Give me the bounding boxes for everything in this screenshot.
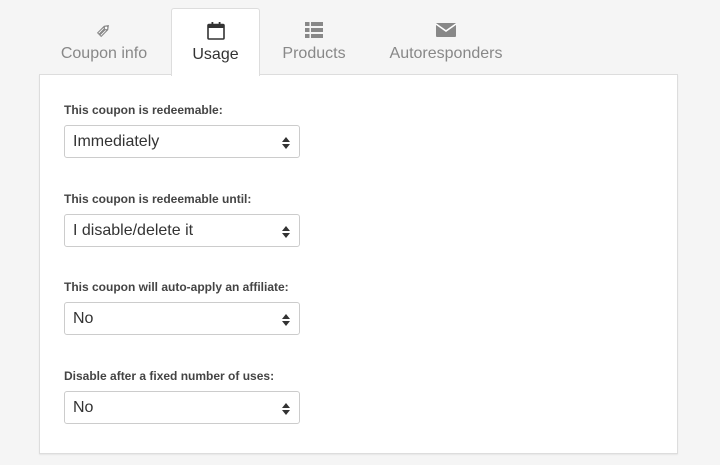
redeemable-until-label: This coupon is redeemable until: [64, 192, 252, 206]
tab-usage[interactable]: Usage [171, 8, 260, 76]
tab-label: Autoresponders [389, 45, 503, 62]
redeemable-value: Immediately [73, 132, 160, 150]
redeemable-label: This coupon is redeemable: [64, 103, 223, 117]
fixed-uses-value: No [73, 398, 94, 416]
select-caret-icon [282, 403, 290, 415]
tab-label: Coupon info [60, 45, 148, 62]
tab-products[interactable]: Products [268, 8, 360, 75]
tab-label: Products [282, 45, 346, 62]
select-caret-icon [282, 226, 290, 238]
calendar-icon [204, 19, 228, 43]
tab-coupon-info[interactable]: Coupon info [54, 8, 154, 75]
tab-autoresponders[interactable]: Autoresponders [383, 8, 509, 75]
envelope-icon [434, 18, 458, 42]
tab-label: Usage [192, 46, 239, 63]
list-icon [302, 18, 326, 42]
affiliate-label: This coupon will auto-apply an affiliate… [64, 280, 289, 294]
redeemable-until-select[interactable]: I disable/delete it [64, 214, 300, 247]
affiliate-value: No [73, 309, 94, 327]
usage-panel: This coupon is redeemable: Immediately T… [39, 74, 678, 454]
tag-icon [92, 18, 116, 42]
affiliate-select[interactable]: No [64, 302, 300, 335]
select-caret-icon [282, 314, 290, 326]
redeemable-select[interactable]: Immediately [64, 125, 300, 158]
tab-bar: Coupon info Usage Products Autoresponder… [40, 8, 680, 76]
fixed-uses-select[interactable]: No [64, 391, 300, 424]
fixed-uses-label: Disable after a fixed number of uses: [64, 369, 275, 383]
redeemable-until-value: I disable/delete it [73, 221, 194, 239]
select-caret-icon [282, 137, 290, 149]
